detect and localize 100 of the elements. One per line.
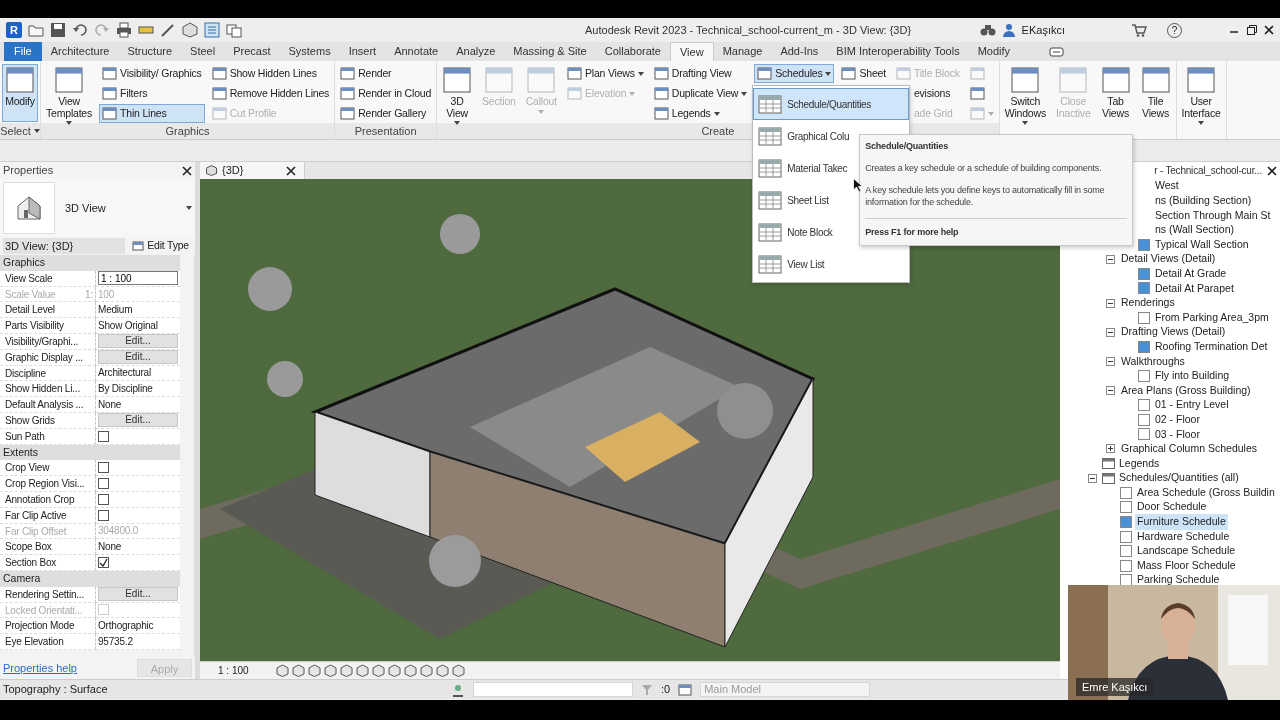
tree-item[interactable]: Door Schedule xyxy=(1135,499,1209,516)
menu-item[interactable]: Schedule/Quantities xyxy=(753,88,910,120)
cube-icon[interactable] xyxy=(182,22,198,38)
close-icon[interactable] xyxy=(1267,165,1277,176)
ribbon-tab[interactable]: Structure xyxy=(118,42,182,61)
cube-icon[interactable] xyxy=(291,664,305,677)
ribbon-tab[interactable]: Precast xyxy=(224,42,280,61)
toolbar-button[interactable]: Visibility/ Graphics xyxy=(99,64,205,83)
tree-item[interactable]: Area Plans (Gross Building) xyxy=(1119,382,1253,399)
window-icon[interactable] xyxy=(1049,46,1066,58)
view-scale[interactable]: 1 : 100 xyxy=(218,663,249,678)
ribbon-tab[interactable]: View xyxy=(670,42,714,61)
toolbar-button[interactable]: 3D View xyxy=(439,64,476,122)
tree-item[interactable]: West xyxy=(1153,178,1181,195)
checkbox[interactable] xyxy=(98,509,109,521)
edit-button[interactable]: Edit... xyxy=(98,413,178,428)
cube-icon[interactable] xyxy=(323,664,337,677)
ribbon-tab[interactable]: Systems xyxy=(279,42,340,61)
section-header[interactable]: Extents xyxy=(0,444,180,461)
collapse-icon[interactable] xyxy=(1105,386,1115,396)
tree-item[interactable]: Drafting Views (Detail) xyxy=(1119,324,1228,341)
user-name[interactable]: EKaşıkcı xyxy=(1021,21,1065,39)
ribbon-tab[interactable]: Analyze xyxy=(447,42,505,61)
cube-icon[interactable] xyxy=(387,664,401,677)
ribbon-tab[interactable]: BIM Interoperability Tools xyxy=(827,42,969,61)
tree-item[interactable]: Area Schedule (Gross Buildin xyxy=(1135,484,1277,501)
ribbon-tab[interactable]: Manage xyxy=(713,42,772,61)
window-pair-icon[interactable] xyxy=(226,22,242,38)
document-tab[interactable]: {3D} xyxy=(200,162,305,179)
tree-item[interactable]: Renderings xyxy=(1119,295,1177,311)
toolbar-button[interactable]: Drafting View xyxy=(650,64,751,83)
ribbon-tab[interactable]: Architecture xyxy=(41,42,119,61)
tree-item[interactable]: Landscape Schedule xyxy=(1135,543,1238,559)
cube-icon[interactable] xyxy=(339,664,353,677)
section-header[interactable]: Camera xyxy=(0,570,180,587)
close-icon[interactable] xyxy=(286,165,296,176)
section-header[interactable]: Graphics xyxy=(0,255,180,271)
toolbar-button[interactable]: Legends xyxy=(650,104,751,123)
toolbar-button[interactable]: Render in Cloud xyxy=(337,84,435,103)
collapse-icon[interactable] xyxy=(1105,356,1115,366)
instance-selector[interactable]: 3D View: {3D} xyxy=(3,238,126,254)
tree-item[interactable]: Graphical Column Schedules xyxy=(1119,441,1259,457)
workset-field[interactable] xyxy=(473,682,633,697)
menu-item[interactable]: View List xyxy=(753,248,910,280)
ribbon-tab[interactable]: Modify xyxy=(968,42,1020,61)
person-icon[interactable] xyxy=(1001,23,1016,37)
collapse-icon[interactable] xyxy=(1105,327,1115,337)
toolbar-button[interactable]: User Interface xyxy=(1178,64,1224,122)
edit-button[interactable]: Edit... xyxy=(98,587,178,602)
undo-icon[interactable] xyxy=(72,22,88,38)
toolbar-button[interactable]: Modify xyxy=(2,64,38,122)
tree-item[interactable]: ns (Building Section) xyxy=(1153,193,1254,209)
cube-icon[interactable] xyxy=(275,664,289,677)
printer-icon[interactable] xyxy=(116,22,132,38)
ribbon-tab[interactable]: Collaborate xyxy=(595,42,670,61)
pencil-icon[interactable] xyxy=(160,22,176,38)
checkbox[interactable] xyxy=(98,478,109,490)
tree-item[interactable]: Detail At Parapet xyxy=(1153,280,1236,297)
binoculars-icon[interactable] xyxy=(979,23,996,37)
cube-icon[interactable] xyxy=(355,664,369,677)
collapse-icon[interactable] xyxy=(1105,254,1115,264)
app-logo[interactable]: R xyxy=(6,22,22,38)
toolbar-button[interactable]: Duplicate View xyxy=(650,84,751,103)
type-name[interactable]: 3D View xyxy=(65,199,176,217)
tree-item[interactable]: Walkthroughs xyxy=(1119,353,1187,370)
tree-item[interactable]: Furniture Schedule xyxy=(1135,514,1228,530)
cube-icon[interactable] xyxy=(451,664,465,677)
ribbon-tab[interactable]: Annotate xyxy=(385,42,448,61)
edit-button[interactable]: Edit... xyxy=(98,350,178,365)
tree-item[interactable]: Fly into Building xyxy=(1153,368,1232,384)
toolbar-button[interactable]: Remove Hidden Lines xyxy=(208,84,333,103)
toolbar-button[interactable]: Switch Windows xyxy=(1001,64,1049,122)
close-icon[interactable] xyxy=(1264,25,1274,35)
tree-item[interactable]: Hardware Schedule xyxy=(1135,528,1232,545)
ribbon-tab[interactable]: Massing & Site xyxy=(504,42,596,61)
tree-item[interactable]: 02 - Floor xyxy=(1153,411,1202,428)
checkbox[interactable] xyxy=(98,557,109,569)
toolbar-button[interactable]: Render Gallery xyxy=(337,104,435,123)
ribbon-tab[interactable]: Insert xyxy=(339,42,386,61)
cube-icon[interactable] xyxy=(307,664,321,677)
cube-icon[interactable] xyxy=(371,664,385,677)
cart-icon[interactable] xyxy=(1131,23,1147,37)
checkbox[interactable] xyxy=(98,430,109,442)
tree-item[interactable]: Schedules/Quantities (all) xyxy=(1117,470,1241,487)
help-link[interactable]: Properties help xyxy=(3,659,77,677)
ribbon-tab[interactable]: Steel xyxy=(181,42,225,61)
checkbox[interactable] xyxy=(98,462,109,474)
tree-item[interactable]: Section Through Main St xyxy=(1153,207,1273,224)
network-icon[interactable] xyxy=(451,682,465,697)
ribbon-tab[interactable]: Add-Ins xyxy=(771,42,828,61)
restore-icon[interactable] xyxy=(1246,24,1258,36)
edit-type-button[interactable]: Edit Type xyxy=(129,237,192,255)
toolbar-button[interactable]: Sheet xyxy=(838,64,889,83)
cube-icon[interactable] xyxy=(403,664,417,677)
toolbar-button[interactable]: Thin Lines xyxy=(99,104,205,123)
tree-item[interactable]: Detail At Grade xyxy=(1153,266,1229,282)
tree-item[interactable]: Mass Floor Schedule xyxy=(1135,557,1238,574)
toolbar-button[interactable]: Schedules xyxy=(754,64,835,83)
tree-item[interactable]: From Parking Area_3pm xyxy=(1153,309,1271,326)
tree-item[interactable]: Parking Schedule xyxy=(1135,572,1222,589)
